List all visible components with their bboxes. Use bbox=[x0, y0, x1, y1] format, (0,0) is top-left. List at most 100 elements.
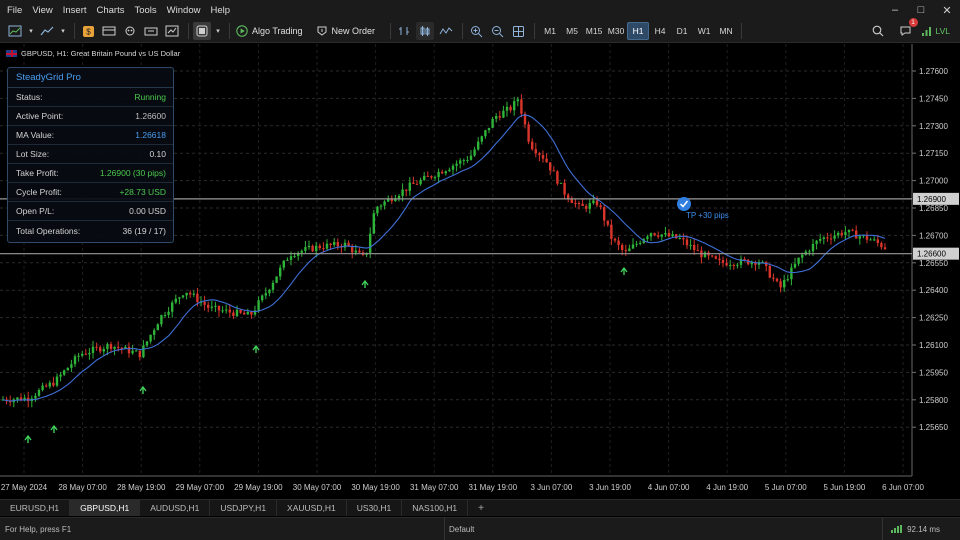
candle-body bbox=[192, 293, 195, 295]
candlestick-icon[interactable] bbox=[416, 22, 435, 40]
dropdown-icon[interactable]: ▾ bbox=[214, 22, 222, 40]
candle-body bbox=[131, 350, 134, 354]
zoom-out-icon[interactable] bbox=[488, 22, 506, 40]
timeframe-h4[interactable]: H4 bbox=[649, 22, 671, 40]
dropdown-icon[interactable]: ▾ bbox=[27, 22, 35, 40]
account-signal-icon[interactable] bbox=[921, 22, 933, 40]
candle-body bbox=[822, 237, 825, 239]
chart-type-icon[interactable] bbox=[38, 22, 56, 40]
candle-body bbox=[322, 248, 325, 250]
time-label: 3 Jun 19:00 bbox=[589, 483, 631, 492]
candle-body bbox=[667, 233, 671, 237]
dropdown-icon[interactable]: ▾ bbox=[59, 22, 67, 40]
chart-tab[interactable]: US30,H1 bbox=[347, 500, 403, 516]
tester-icon[interactable] bbox=[163, 22, 181, 40]
candle-body bbox=[815, 240, 818, 244]
close-button[interactable]: ✕ bbox=[934, 4, 960, 17]
timeframe-m15[interactable]: M15 bbox=[583, 22, 605, 40]
candle-body bbox=[16, 397, 19, 400]
price-label: 1.27450 bbox=[919, 94, 948, 103]
candle-body bbox=[91, 346, 95, 353]
chart-tab[interactable]: AUDUSD,H1 bbox=[140, 500, 211, 516]
candle-body bbox=[621, 244, 624, 251]
candle-body bbox=[282, 260, 285, 268]
toolbox-icon[interactable] bbox=[142, 22, 160, 40]
toolbar-separator bbox=[741, 23, 743, 39]
candle-body bbox=[408, 182, 411, 191]
chart-tab[interactable]: EURUSD,H1 bbox=[0, 500, 71, 516]
candle-body bbox=[286, 259, 289, 261]
candle-body bbox=[639, 242, 642, 244]
timeframe-mn[interactable]: MN bbox=[715, 22, 737, 40]
candle-body bbox=[851, 229, 854, 231]
candle-body bbox=[876, 239, 879, 244]
candle-body bbox=[563, 182, 566, 195]
candle-body bbox=[181, 295, 185, 298]
algo-trading-button[interactable]: Algo Trading bbox=[234, 22, 311, 40]
maximize-button[interactable]: □ bbox=[908, 4, 934, 16]
notification-badge: 1 bbox=[908, 18, 918, 27]
new-order-button[interactable]: New Order bbox=[314, 22, 384, 40]
candle-body bbox=[214, 305, 217, 307]
timeframe-d1[interactable]: D1 bbox=[671, 22, 693, 40]
navigator-icon[interactable] bbox=[100, 22, 118, 40]
candle-body bbox=[588, 203, 591, 209]
panel-row: Active Point: 1.26600 bbox=[8, 107, 173, 126]
zoom-in-icon[interactable] bbox=[467, 22, 485, 40]
candle-body bbox=[833, 235, 836, 239]
line-chart-icon[interactable] bbox=[437, 22, 455, 40]
timeframe-h1[interactable]: H1 bbox=[627, 22, 650, 40]
panel-row: Cycle Profit: +28.73 USD bbox=[8, 183, 173, 202]
candle-body bbox=[552, 170, 555, 172]
candle-body bbox=[819, 238, 822, 241]
menu-file[interactable]: File bbox=[2, 5, 27, 16]
candle-body bbox=[55, 376, 59, 386]
notifications-icon[interactable]: 1 bbox=[897, 18, 918, 40]
profiles-icon[interactable] bbox=[193, 22, 211, 40]
new-chart-icon[interactable] bbox=[6, 22, 24, 40]
toolbar-separator bbox=[74, 23, 75, 39]
candle-body bbox=[138, 350, 141, 358]
chart-area[interactable]: 1.27600 1.27450 1.27300 1.27150 1.27000 1.268… bbox=[0, 44, 960, 499]
candle-body bbox=[41, 385, 44, 391]
timeframe-m30[interactable]: M30 bbox=[605, 22, 627, 40]
toolbar-right: 1 LVL bbox=[869, 18, 960, 40]
chart-tab[interactable]: XAUUSD,H1 bbox=[277, 500, 347, 516]
time-label: 5 Jun 19:00 bbox=[823, 483, 865, 492]
minimize-button[interactable]: – bbox=[882, 4, 908, 16]
menu-window[interactable]: Window bbox=[162, 5, 206, 16]
profile-name[interactable]: Default bbox=[444, 518, 474, 540]
search-icon[interactable] bbox=[869, 22, 887, 40]
timeframe-w1[interactable]: W1 bbox=[693, 22, 715, 40]
account-label[interactable]: LVL bbox=[936, 26, 951, 36]
candle-body bbox=[167, 311, 170, 315]
market-watch-icon[interactable]: $ bbox=[79, 22, 97, 40]
menu-view[interactable]: View bbox=[27, 5, 57, 16]
robot-icon[interactable] bbox=[121, 22, 139, 40]
candle-body bbox=[772, 277, 775, 279]
menu-insert[interactable]: Insert bbox=[58, 5, 92, 16]
price-label: 1.26100 bbox=[919, 341, 948, 350]
chart-tab[interactable]: USDJPY,H1 bbox=[210, 500, 278, 516]
tile-windows-icon[interactable] bbox=[509, 22, 527, 40]
panel-rows: Status: Running Active Point: 1.26600 MA Val… bbox=[8, 88, 173, 240]
candle-body bbox=[81, 353, 84, 356]
menu-charts[interactable]: Charts bbox=[92, 5, 130, 16]
bar-chart-icon[interactable] bbox=[395, 22, 413, 40]
candle-body bbox=[117, 346, 120, 348]
add-tab-icon[interactable]: + bbox=[468, 500, 494, 516]
candle-body bbox=[545, 158, 548, 163]
timeframe-m1[interactable]: M1 bbox=[539, 22, 561, 40]
candle-body bbox=[729, 265, 732, 267]
chart-tab[interactable]: GBPUSD,H1 bbox=[70, 500, 141, 516]
menu-help[interactable]: Help bbox=[205, 5, 235, 16]
panel-row-label: Active Point: bbox=[16, 111, 64, 121]
timeframe-m5[interactable]: M5 bbox=[561, 22, 583, 40]
connection-status[interactable]: 92.14 ms bbox=[882, 518, 960, 540]
new-order-icon bbox=[317, 26, 327, 36]
candle-body bbox=[595, 200, 599, 206]
panel-row: Take Profit: 1.26900 (30 pips) bbox=[8, 164, 173, 183]
time-label: 31 May 19:00 bbox=[469, 483, 518, 492]
menu-tools[interactable]: Tools bbox=[129, 5, 161, 16]
chart-tab[interactable]: NAS100,H1 bbox=[402, 500, 469, 516]
